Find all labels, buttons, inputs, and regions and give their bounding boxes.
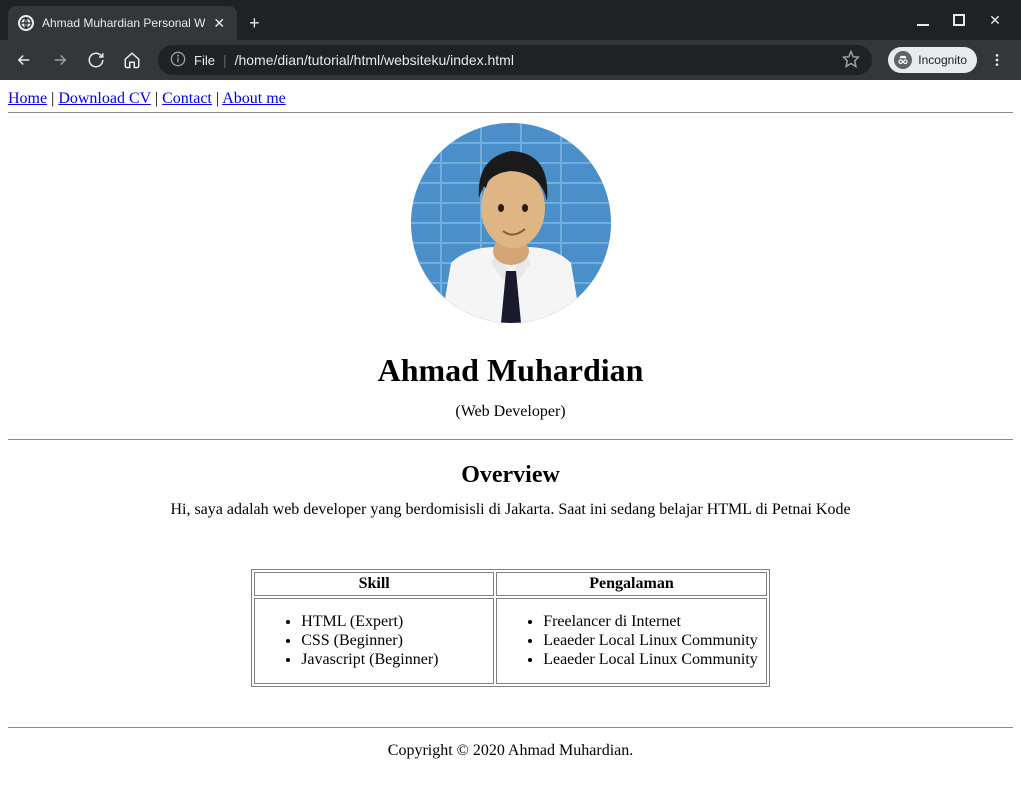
home-button[interactable] [116, 44, 148, 76]
nav-separator: | [212, 90, 222, 107]
incognito-label: Incognito [918, 53, 967, 67]
table-header-skill: Skill [254, 572, 494, 596]
divider [8, 112, 1013, 113]
browser-tab[interactable]: Ahmad Muhardian Personal W ✕ [8, 6, 237, 40]
skill-table-container: Skill Pengalaman HTML (Expert) CSS (Begi… [8, 569, 1013, 687]
tab-title: Ahmad Muhardian Personal W [42, 16, 205, 30]
maximize-button[interactable] [945, 6, 973, 34]
divider [8, 727, 1013, 728]
profile-role: (Web Developer) [8, 403, 1013, 421]
window-controls: ✕ [909, 0, 1021, 40]
incognito-badge: Incognito [888, 47, 977, 73]
overview-heading: Overview [8, 462, 1013, 489]
kebab-menu-button[interactable] [981, 44, 1013, 76]
nav-link-home[interactable]: Home [8, 90, 47, 107]
url-divider: | [223, 52, 227, 68]
close-icon[interactable]: ✕ [213, 15, 225, 32]
globe-icon [18, 15, 34, 31]
avatar [411, 123, 611, 323]
page-nav: Home | Download CV | Contact | About me [8, 90, 1013, 108]
url-path: /home/dian/tutorial/html/websiteku/index… [235, 52, 514, 68]
back-button[interactable] [8, 44, 40, 76]
nav-link-download-cv[interactable]: Download CV [58, 90, 151, 107]
divider [8, 439, 1013, 440]
reload-button[interactable] [80, 44, 112, 76]
url-bar[interactable]: File | /home/dian/tutorial/html/websitek… [158, 45, 872, 75]
titlebar: Ahmad Muhardian Personal W ✕ + ✕ [0, 0, 1021, 40]
list-item: CSS (Beginner) [301, 632, 485, 650]
nav-separator: | [151, 90, 162, 107]
info-icon [170, 51, 186, 70]
incognito-icon [894, 51, 912, 69]
browser-window: Ahmad Muhardian Personal W ✕ + ✕ File [0, 0, 1021, 802]
nav-link-contact[interactable]: Contact [162, 90, 212, 107]
list-item: Freelancer di Internet [543, 613, 758, 631]
window-close-button[interactable]: ✕ [981, 6, 1009, 34]
table-header-row: Skill Pengalaman [254, 572, 767, 596]
toolbar: File | /home/dian/tutorial/html/websitek… [0, 40, 1021, 80]
list-item: HTML (Expert) [301, 613, 485, 631]
table-cell-experience: Freelancer di Internet Leaeder Local Lin… [496, 598, 767, 684]
list-item: Leaeder Local Linux Community [543, 651, 758, 669]
skill-table: Skill Pengalaman HTML (Expert) CSS (Begi… [251, 569, 770, 687]
forward-button[interactable] [44, 44, 76, 76]
table-row: HTML (Expert) CSS (Beginner) Javascript … [254, 598, 767, 684]
avatar-container [8, 123, 1013, 328]
url-scheme: File [194, 53, 215, 68]
list-item: Javascript (Beginner) [301, 651, 485, 669]
bookmark-star-icon[interactable] [842, 50, 860, 71]
table-header-experience: Pengalaman [496, 572, 767, 596]
minimize-button[interactable] [909, 6, 937, 34]
page-viewport[interactable]: Home | Download CV | Contact | About me [0, 80, 1021, 802]
overview-text: Hi, saya adalah web developer yang berdo… [8, 501, 1013, 519]
footer-copyright: Copyright © 2020 Ahmad Muhardian. [8, 742, 1013, 760]
table-cell-skills: HTML (Expert) CSS (Beginner) Javascript … [254, 598, 494, 684]
profile-name: Ahmad Muhardian [8, 352, 1013, 389]
list-item: Leaeder Local Linux Community [543, 632, 758, 650]
nav-link-about-me[interactable]: About me [222, 90, 286, 107]
new-tab-button[interactable]: + [237, 6, 272, 40]
nav-separator: | [47, 90, 58, 107]
